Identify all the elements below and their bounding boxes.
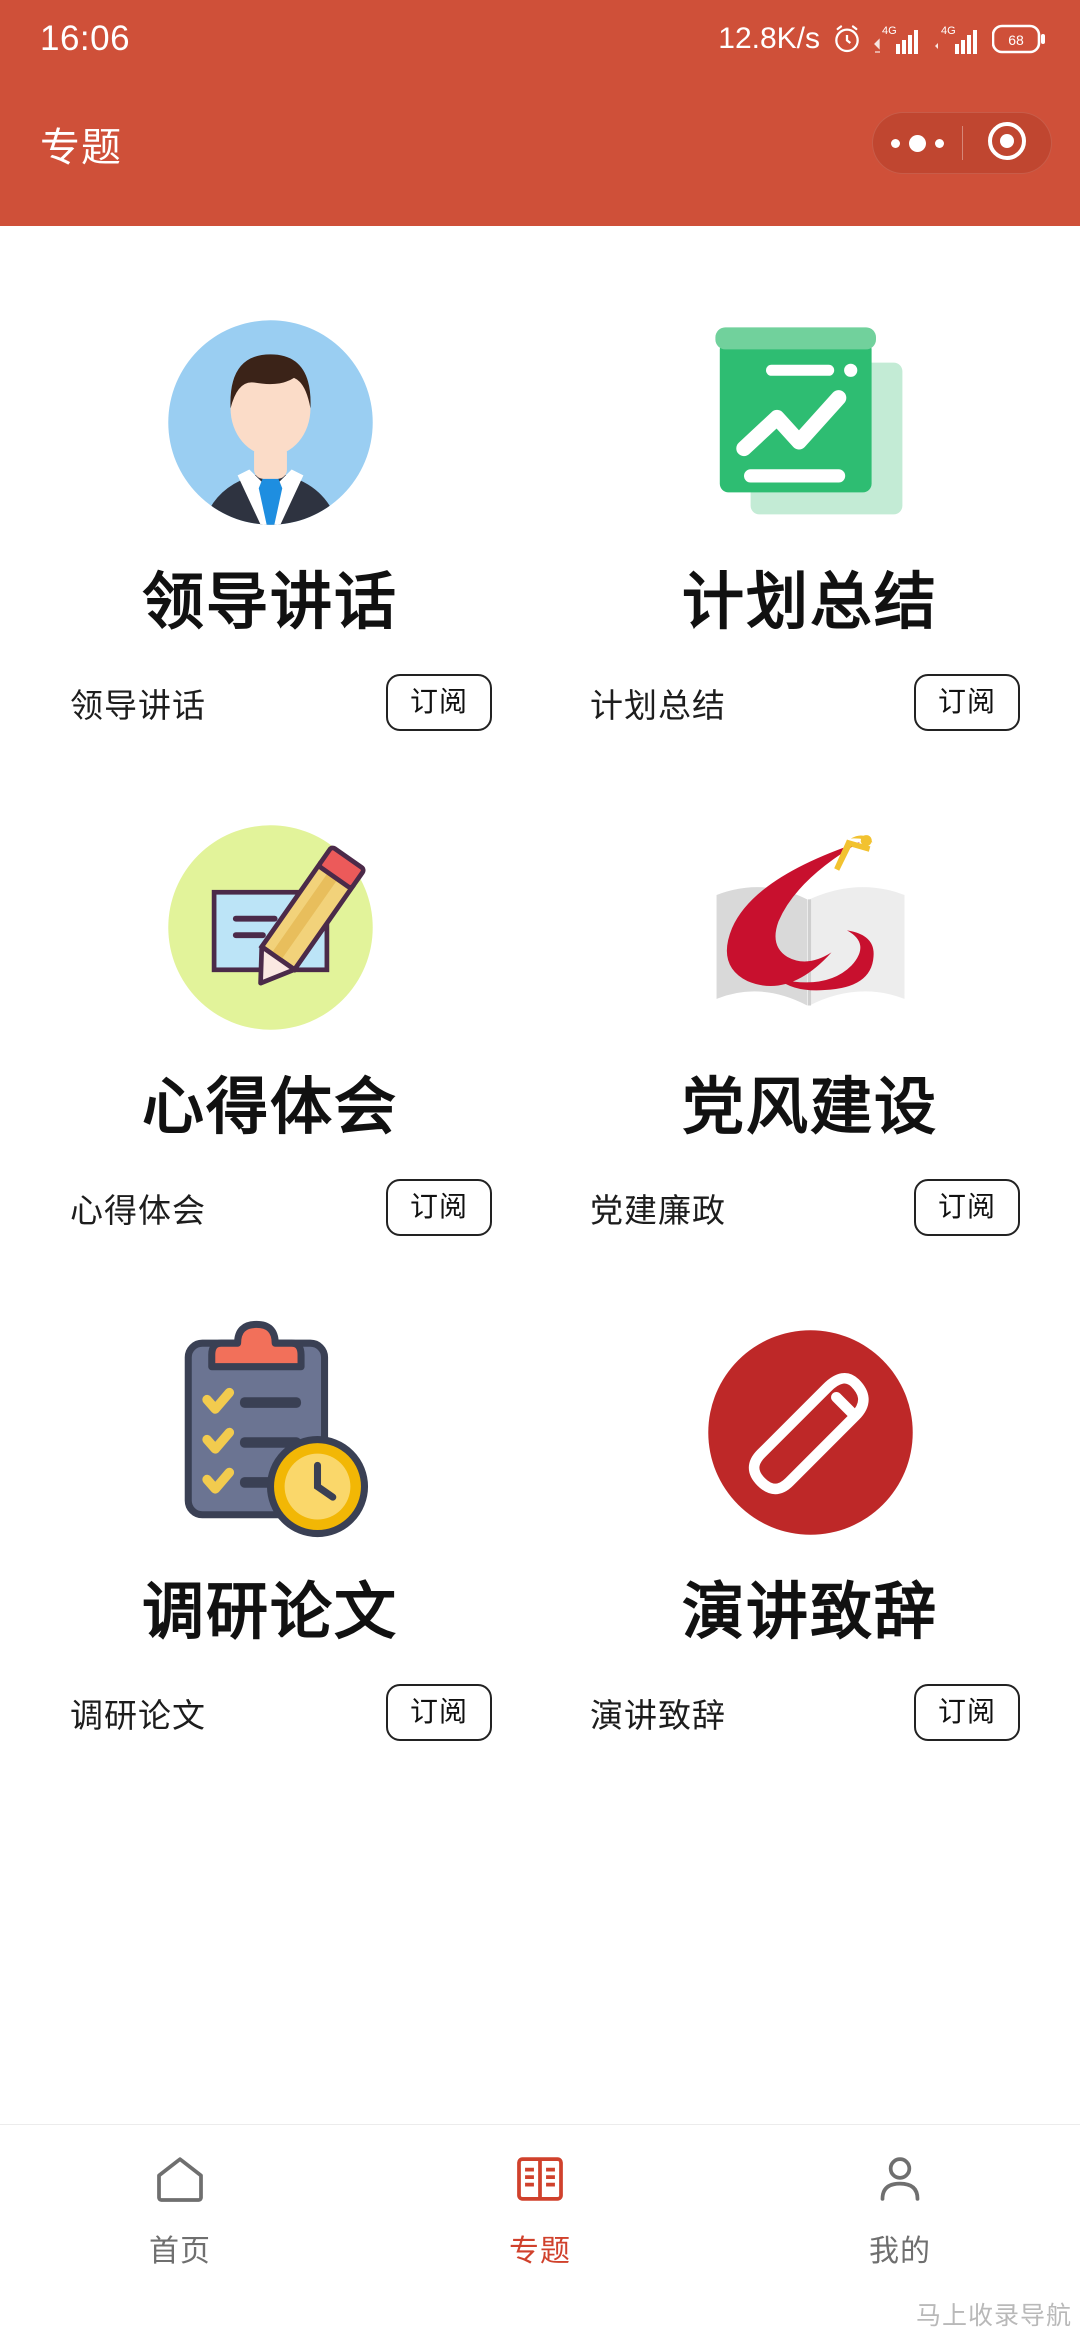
category-title: 党风建设 bbox=[681, 1074, 938, 1142]
subscribe-button[interactable]: 订阅 bbox=[913, 1684, 1020, 1741]
leader-avatar-icon bbox=[140, 292, 400, 552]
category-title: 计划总结 bbox=[681, 569, 938, 637]
tab-profile[interactable]: 我的 bbox=[720, 2151, 1080, 2270]
status-indicators: 12.8K/s 4G 4G 68 bbox=[718, 22, 1046, 56]
party-flag-book-icon bbox=[680, 797, 940, 1057]
category-card-reflection[interactable]: 心得体会 心得体会 订阅 bbox=[0, 731, 540, 1236]
subscribe-button[interactable]: 订阅 bbox=[385, 1684, 492, 1741]
miniprogram-capsule[interactable] bbox=[872, 112, 1052, 174]
chart-board-icon bbox=[680, 292, 940, 552]
subscription-name: 领导讲话 bbox=[70, 686, 206, 724]
app-header: 专题 bbox=[0, 78, 1080, 226]
svg-text:4G: 4G bbox=[941, 25, 956, 37]
more-menu-button[interactable] bbox=[873, 134, 962, 152]
subscribe-button[interactable]: 订阅 bbox=[385, 1179, 492, 1236]
subscribe-row: 心得体会 订阅 bbox=[0, 1179, 540, 1236]
subscribe-row: 党建廉政 订阅 bbox=[540, 1179, 1080, 1236]
tab-topic-label: 专题 bbox=[509, 2235, 571, 2268]
subscription-name: 党建廉政 bbox=[590, 1191, 726, 1229]
category-card-speech-address[interactable]: 演讲致辞 演讲致辞 订阅 bbox=[540, 1236, 1080, 1741]
signal-icon-sim2: 4G bbox=[933, 22, 981, 56]
status-bar: 16:06 12.8K/s 4G 4G 68 bbox=[0, 0, 1080, 78]
battery-icon: 68 bbox=[992, 23, 1046, 55]
tab-profile-label: 我的 bbox=[869, 2235, 931, 2268]
tab-topic[interactable]: 专题 bbox=[360, 2151, 720, 2270]
status-time: 16:06 bbox=[40, 19, 131, 58]
category-card-leader-speech[interactable]: 领导讲话 领导讲话 订阅 bbox=[0, 226, 540, 731]
subscription-name: 调研论文 bbox=[70, 1696, 206, 1734]
tab-home[interactable]: 首页 bbox=[0, 2151, 360, 2270]
category-title: 领导讲话 bbox=[141, 569, 398, 637]
alarm-clock-icon bbox=[831, 23, 863, 55]
category-title: 心得体会 bbox=[141, 1074, 398, 1142]
subscribe-row: 领导讲话 订阅 bbox=[0, 674, 540, 731]
subscription-name: 演讲致辞 bbox=[590, 1696, 726, 1734]
tab-home-label: 首页 bbox=[149, 2235, 211, 2268]
more-dots-icon bbox=[890, 134, 944, 152]
clipboard-clock-icon bbox=[140, 1302, 400, 1562]
signal-icon-sim1: 4G bbox=[874, 22, 922, 56]
home-icon bbox=[152, 2151, 208, 2212]
subscribe-row: 调研论文 订阅 bbox=[0, 1684, 540, 1741]
subscription-name: 心得体会 bbox=[70, 1191, 206, 1229]
subscribe-button[interactable]: 订阅 bbox=[913, 1179, 1020, 1236]
microphone-circle-icon bbox=[680, 1302, 940, 1562]
category-title: 演讲致辞 bbox=[681, 1579, 938, 1647]
category-card-plan-summary[interactable]: 计划总结 计划总结 订阅 bbox=[540, 226, 1080, 731]
subscribe-row: 计划总结 订阅 bbox=[540, 674, 1080, 731]
svg-text:4G: 4G bbox=[882, 25, 897, 37]
person-icon bbox=[872, 2151, 928, 2212]
network-speed-text: 12.8K/s bbox=[718, 22, 820, 55]
subscription-name: 计划总结 bbox=[590, 686, 726, 724]
page-title: 专题 bbox=[40, 126, 122, 170]
subscribe-row: 演讲致辞 订阅 bbox=[540, 1684, 1080, 1741]
category-card-party-conduct[interactable]: 党风建设 党建廉政 订阅 bbox=[540, 731, 1080, 1236]
subscribe-button[interactable]: 订阅 bbox=[913, 674, 1020, 731]
watermark-text: 马上收录导航 bbox=[915, 2302, 1072, 2330]
subscribe-button[interactable]: 订阅 bbox=[385, 674, 492, 731]
close-miniprogram-button[interactable] bbox=[963, 118, 1052, 169]
svg-text:68: 68 bbox=[1008, 32, 1024, 48]
notepad-pencil-icon bbox=[140, 797, 400, 1057]
category-title: 调研论文 bbox=[141, 1579, 398, 1647]
topic-book-icon bbox=[512, 2151, 568, 2212]
target-circle-icon bbox=[984, 118, 1030, 169]
category-grid: 领导讲话 领导讲话 订阅 计划总结 计划总结 订阅 心得体会 心得体会 订阅 党… bbox=[0, 226, 1080, 1741]
category-card-research-paper[interactable]: 调研论文 调研论文 订阅 bbox=[0, 1236, 540, 1741]
